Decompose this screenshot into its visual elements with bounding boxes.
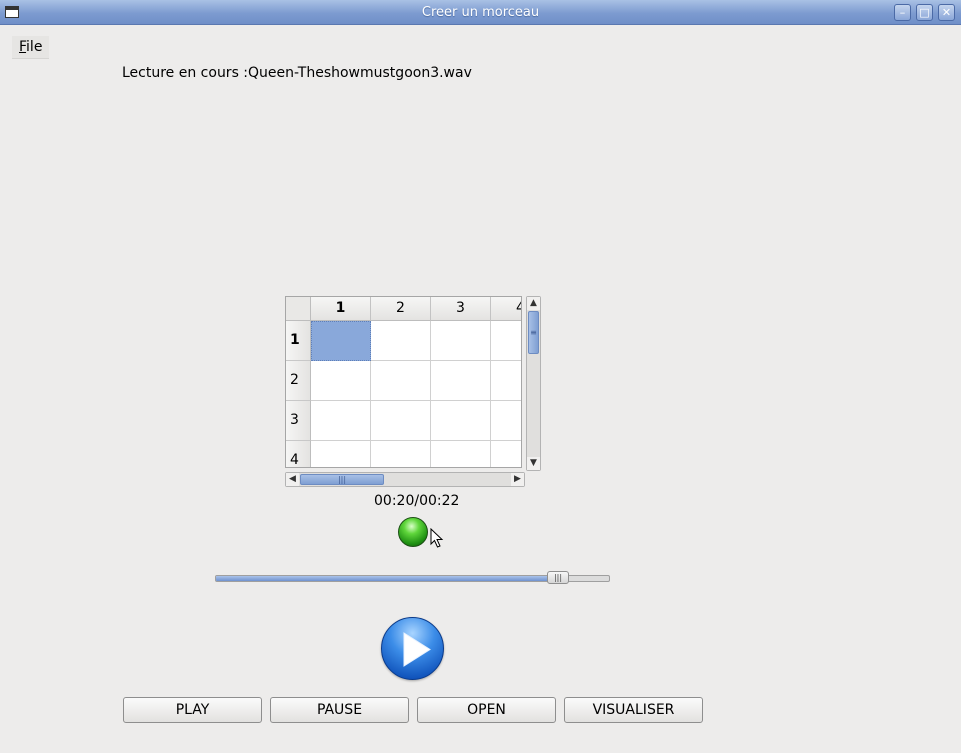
taskbar-edge bbox=[0, 744, 961, 753]
table-cell[interactable] bbox=[371, 441, 431, 467]
table-cell[interactable] bbox=[491, 361, 521, 401]
vertical-scroll-thumb[interactable]: ≡ bbox=[528, 311, 539, 354]
minimize-icon[interactable]: – bbox=[894, 4, 911, 21]
column-header-1[interactable]: 1 bbox=[311, 297, 371, 321]
table-cell[interactable] bbox=[371, 401, 431, 441]
mouse-cursor-icon bbox=[430, 528, 444, 548]
row-header-1[interactable]: 1 bbox=[286, 321, 311, 361]
close-icon[interactable]: ✕ bbox=[938, 4, 955, 21]
slider-handle[interactable]: ||| bbox=[547, 571, 569, 584]
playback-time: 00:20/00:22 bbox=[374, 493, 460, 509]
position-slider[interactable]: ||| bbox=[215, 571, 610, 584]
table-cell[interactable] bbox=[431, 361, 491, 401]
play-button[interactable]: PLAY bbox=[123, 697, 262, 723]
pause-button[interactable]: PAUSE bbox=[270, 697, 409, 723]
scroll-left-icon[interactable]: ◀ bbox=[286, 473, 299, 486]
horizontal-scroll-thumb[interactable]: ||| bbox=[300, 474, 384, 485]
scroll-right-icon[interactable]: ▶ bbox=[511, 473, 524, 486]
horizontal-scrollbar[interactable]: ◀ ||| ▶ bbox=[285, 472, 525, 487]
column-header-4[interactable]: 4 bbox=[491, 297, 521, 321]
column-header-2[interactable]: 2 bbox=[371, 297, 431, 321]
grid-table[interactable]: 1 2 3 4 1 2 3 4 ▲ ≡ ▼ ◀ ||| ▶ bbox=[285, 296, 542, 488]
now-playing-label: Lecture en cours :Queen-Theshowmustgoon3… bbox=[122, 65, 472, 81]
table-cell[interactable] bbox=[311, 401, 371, 441]
menu-file-mnemonic: F bbox=[19, 39, 27, 55]
table-cell[interactable] bbox=[431, 441, 491, 467]
menu-file-label: ile bbox=[26, 39, 43, 55]
scroll-down-icon[interactable]: ▼ bbox=[527, 457, 540, 470]
menu-file[interactable]: File bbox=[12, 36, 50, 59]
row-header-2[interactable]: 2 bbox=[286, 361, 311, 401]
table-cell[interactable] bbox=[371, 321, 431, 361]
scroll-up-icon[interactable]: ▲ bbox=[527, 297, 540, 310]
table-viewport[interactable]: 1 2 3 4 1 2 3 4 bbox=[285, 296, 522, 468]
table-cell[interactable] bbox=[311, 321, 371, 361]
table-cell[interactable] bbox=[491, 441, 521, 467]
row-header-4[interactable]: 4 bbox=[286, 441, 311, 467]
table-cell[interactable] bbox=[491, 321, 521, 361]
table-cell[interactable] bbox=[491, 401, 521, 441]
table-cell[interactable] bbox=[311, 361, 371, 401]
title-bar: Creer un morceau – □ ✕ bbox=[0, 0, 961, 25]
status-led-icon bbox=[398, 517, 428, 547]
vertical-scrollbar[interactable]: ▲ ≡ ▼ bbox=[526, 296, 541, 471]
table-cell[interactable] bbox=[431, 401, 491, 441]
play-icon[interactable] bbox=[381, 617, 444, 680]
maximize-icon[interactable]: □ bbox=[916, 4, 933, 21]
row-header-3[interactable]: 3 bbox=[286, 401, 311, 441]
slider-progress bbox=[216, 576, 552, 581]
visualiser-button[interactable]: VISUALISER bbox=[564, 697, 703, 723]
open-button[interactable]: OPEN bbox=[417, 697, 556, 723]
menu-bar: File bbox=[12, 36, 50, 59]
table-corner[interactable] bbox=[286, 297, 311, 321]
window-title: Creer un morceau bbox=[421, 5, 540, 20]
table-cell[interactable] bbox=[311, 441, 371, 467]
table-cell[interactable] bbox=[431, 321, 491, 361]
column-header-3[interactable]: 3 bbox=[431, 297, 491, 321]
table-cell[interactable] bbox=[371, 361, 431, 401]
